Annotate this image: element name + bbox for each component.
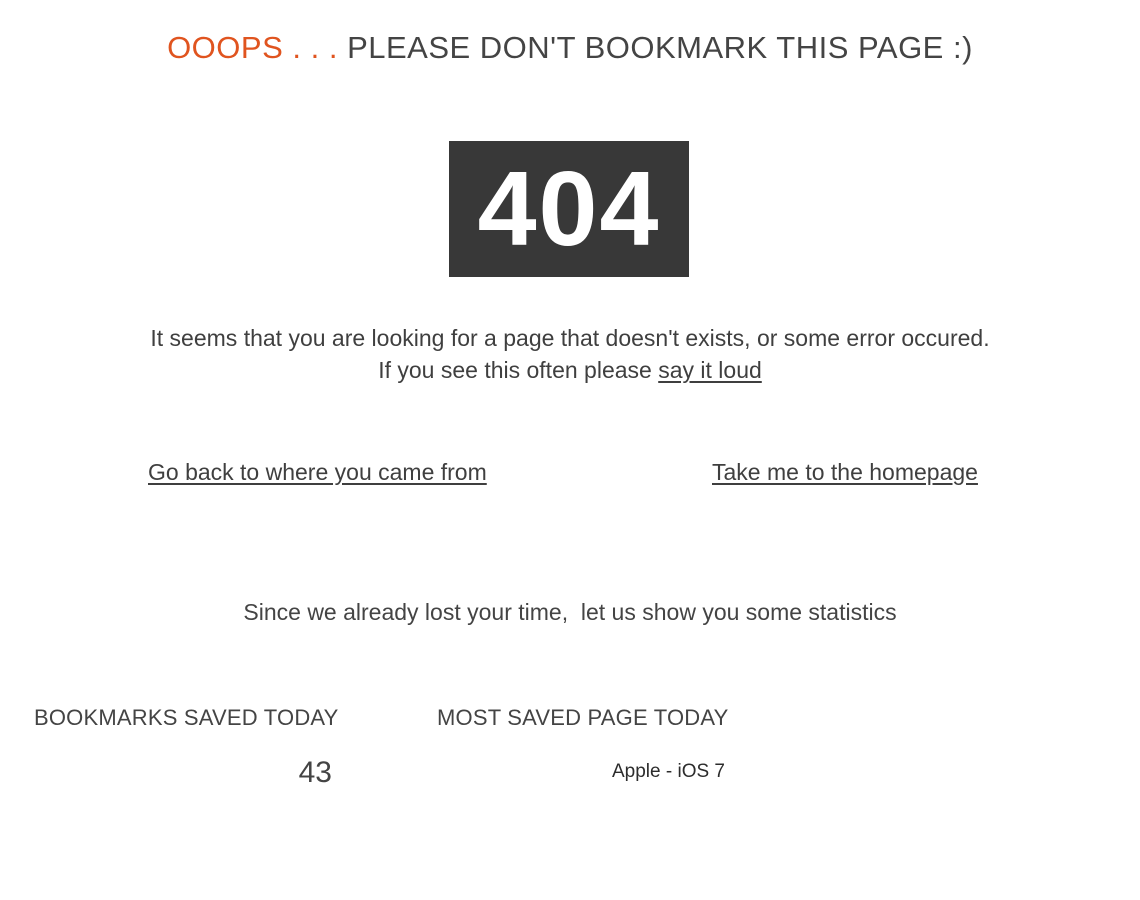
error-message: It seems that you are looking for a page… xyxy=(0,322,1140,386)
error-message-line1: It seems that you are looking for a page… xyxy=(150,325,990,351)
say-it-loud-link[interactable]: say it loud xyxy=(658,357,762,383)
most-saved-heading: MOST SAVED PAGE TODAY xyxy=(437,705,729,730)
homepage-link[interactable]: Take me to the homepage xyxy=(712,456,978,488)
bookmarks-saved-heading: BOOKMARKS SAVED TODAY xyxy=(34,705,339,730)
page-headline: OOOPS . . . PLEASE DON'T BOOKMARK THIS P… xyxy=(0,28,1140,68)
go-back-link[interactable]: Go back to where you came from xyxy=(148,456,487,488)
headline-text: PLEASE DON'T BOOKMARK THIS PAGE :) xyxy=(347,30,973,65)
most-saved-page-link[interactable]: Apple - iOS 7 xyxy=(612,759,725,785)
bookmarks-saved-count: 43 xyxy=(298,756,332,789)
error-code-box: 404 xyxy=(449,141,689,277)
error-message-line2: If you see this often please say it loud xyxy=(0,354,1140,386)
stats-intro: Since we already lost your time, let us … xyxy=(243,599,897,625)
error-code: 404 xyxy=(477,150,661,268)
headline-accent: OOOPS . . . xyxy=(167,30,338,65)
error-message-prefix: If you see this often please xyxy=(378,357,652,383)
error-page: OOOPS . . . PLEASE DON'T BOOKMARK THIS P… xyxy=(0,0,1140,900)
